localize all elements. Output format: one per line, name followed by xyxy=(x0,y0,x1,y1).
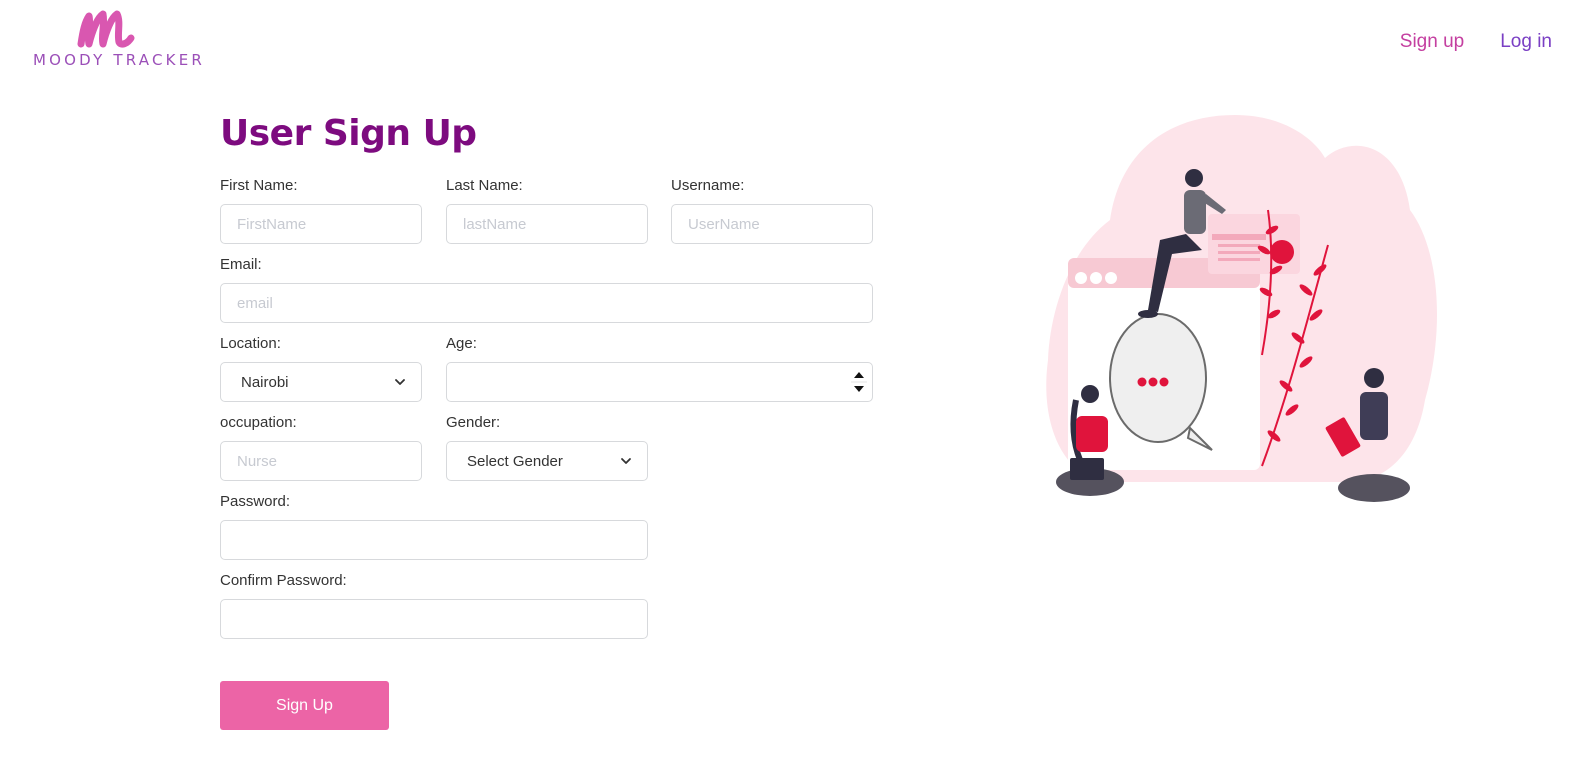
occupation-label: occupation: xyxy=(220,414,297,431)
brand-logo[interactable]: MOODY TRACKER xyxy=(33,4,202,69)
password-input[interactable] xyxy=(220,520,648,560)
signup-submit-button[interactable]: Sign Up xyxy=(220,681,389,730)
last-name-label: Last Name: xyxy=(446,177,523,194)
first-name-input[interactable] xyxy=(220,204,422,244)
password-label: Password: xyxy=(220,493,291,510)
email-label: Email: xyxy=(220,256,262,273)
gender-selected-value: Select Gender xyxy=(467,452,563,470)
age-field xyxy=(446,362,873,402)
gender-label: Gender: xyxy=(446,414,501,431)
location-selected-value: Nairobi xyxy=(241,373,289,391)
age-label: Age: xyxy=(446,335,477,352)
nav-login-link[interactable]: Log in xyxy=(1500,31,1552,53)
chevron-down-icon xyxy=(621,458,631,464)
confirm-password-input[interactable] xyxy=(220,599,648,639)
gender-select[interactable]: Select Gender xyxy=(446,441,648,481)
first-name-label: First Name: xyxy=(220,177,298,194)
location-select[interactable]: Nairobi xyxy=(220,362,422,402)
last-name-input[interactable] xyxy=(446,204,648,244)
confirm-password-label: Confirm Password: xyxy=(220,572,347,589)
top-nav: Sign up Log in xyxy=(1400,31,1552,53)
location-label: Location: xyxy=(220,335,281,352)
occupation-input[interactable] xyxy=(220,441,422,481)
brand-name: MOODY TRACKER xyxy=(33,51,206,69)
chevron-down-icon xyxy=(395,379,405,385)
number-spinner-icon[interactable] xyxy=(851,365,867,399)
email-input[interactable] xyxy=(220,283,873,323)
username-input[interactable] xyxy=(671,204,873,244)
people-chat-illustration xyxy=(1046,115,1437,502)
username-label: Username: xyxy=(671,177,745,194)
nav-signup-link[interactable]: Sign up xyxy=(1400,31,1464,53)
age-input[interactable] xyxy=(446,362,873,402)
page-title: User Sign Up xyxy=(220,113,477,154)
logo-m-icon xyxy=(77,10,135,48)
